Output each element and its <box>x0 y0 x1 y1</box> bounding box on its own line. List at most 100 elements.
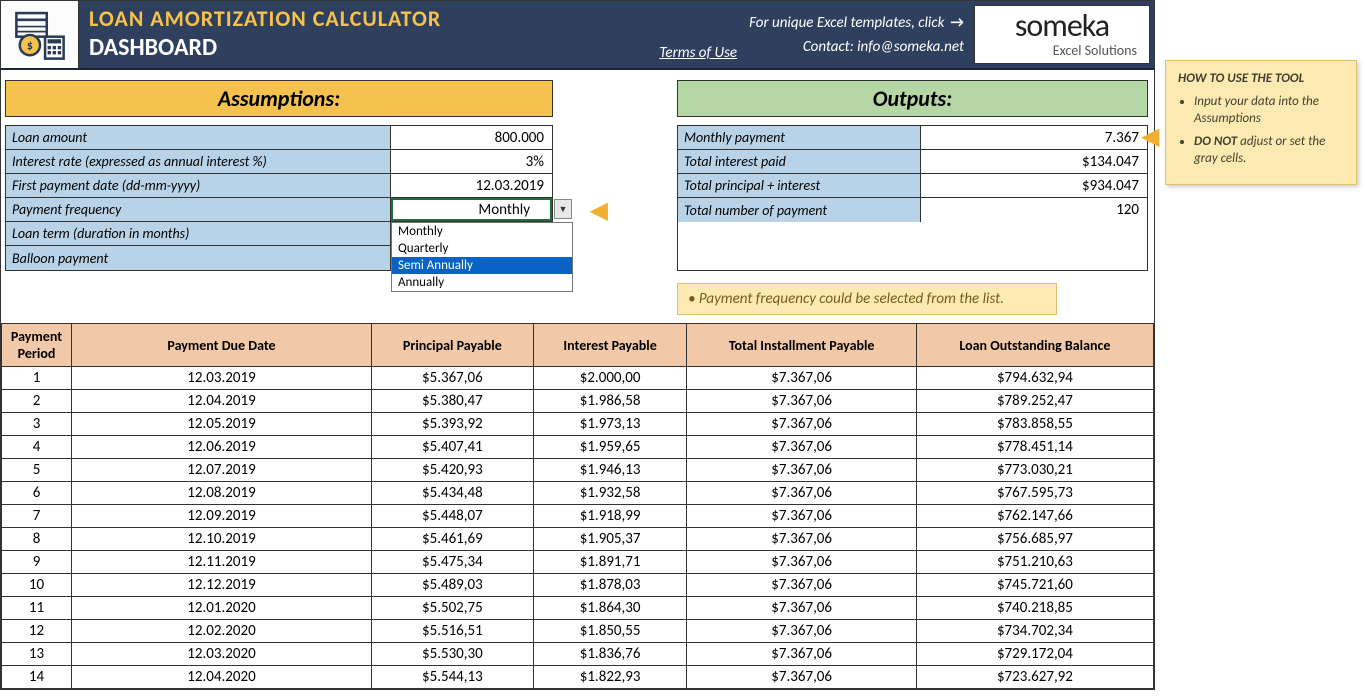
output-label: Total number of payment <box>678 198 921 222</box>
header-bar: $ LOAN AMORTIZATION CALCULATOR DASHBOARD… <box>1 1 1154 70</box>
table-cell: $7.367,06 <box>687 620 916 643</box>
table-cell: $723.627,92 <box>916 666 1153 689</box>
dropdown-option[interactable]: Quarterly <box>392 240 572 257</box>
table-cell: $1.878,03 <box>533 574 687 597</box>
table-cell: $794.632,94 <box>916 367 1153 390</box>
table-cell: $7.367,06 <box>687 528 916 551</box>
app-icon: $ <box>1 1 79 68</box>
terms-link[interactable]: Terms of Use <box>659 44 737 62</box>
table-cell: 5 <box>2 459 72 482</box>
table-cell: $5.407,41 <box>372 436 534 459</box>
table-row: 212.04.2019$5.380,47$1.986,58$7.367,06$7… <box>2 390 1154 413</box>
table-cell: $7.367,06 <box>687 459 916 482</box>
table-cell: $5.530,30 <box>372 643 534 666</box>
brand-logo[interactable]: someka Excel Solutions <box>974 5 1150 64</box>
total-interest-value: $134.047 <box>921 150 1147 173</box>
table-cell: $5.434,48 <box>372 482 534 505</box>
table-cell: $7.367,06 <box>687 551 916 574</box>
table-cell: $1.918,99 <box>533 505 687 528</box>
output-label: Total interest paid <box>678 150 921 173</box>
table-cell: $1.905,37 <box>533 528 687 551</box>
table-cell: 12.04.2019 <box>72 390 372 413</box>
sticky-bullet: Input your data into the Assumptions <box>1194 94 1344 128</box>
first-payment-date-input[interactable]: 12.03.2019 <box>391 174 552 197</box>
schedule-header: Loan Outstanding Balance <box>916 324 1153 367</box>
table-cell: 14 <box>2 666 72 689</box>
dropdown-option[interactable]: Semi Annually <box>392 257 572 274</box>
table-cell: $1.864,30 <box>533 597 687 620</box>
templates-link[interactable]: For unique Excel templates, click → <box>749 14 964 38</box>
table-cell: 12 <box>2 620 72 643</box>
amortization-schedule: PaymentPeriodPayment Due DatePrincipal P… <box>1 323 1154 689</box>
table-cell: $762.147,66 <box>916 505 1153 528</box>
table-row: 1412.04.2020$5.544,13$1.822,93$7.367,06$… <box>2 666 1154 689</box>
table-cell: 12.09.2019 <box>72 505 372 528</box>
table-cell: $773.030,21 <box>916 459 1153 482</box>
table-cell: 1 <box>2 367 72 390</box>
table-cell: $7.367,06 <box>687 643 916 666</box>
table-cell: $7.367,06 <box>687 367 916 390</box>
table-cell: $5.420,93 <box>372 459 534 482</box>
table-cell: $789.252,47 <box>916 390 1153 413</box>
payment-frequency-select[interactable]: Monthly <box>391 198 552 221</box>
chevron-down-icon: ▼ <box>559 204 568 215</box>
table-cell: $740.218,85 <box>916 597 1153 620</box>
table-row: 1112.01.2020$5.502,75$1.864,30$7.367,06$… <box>2 597 1154 620</box>
table-row: 1212.02.2020$5.516,51$1.850,55$7.367,06$… <box>2 620 1154 643</box>
table-cell: 12.03.2019 <box>72 367 372 390</box>
app-title: LOAN AMORTIZATION CALCULATOR <box>89 6 647 32</box>
pointer-arrow-icon: ◀ <box>1141 122 1159 151</box>
table-cell: 12.02.2020 <box>72 620 372 643</box>
table-row: 312.05.2019$5.393,92$1.973,13$7.367,06$7… <box>2 413 1154 436</box>
assump-label: Payment frequency <box>6 198 391 221</box>
table-cell: 12.10.2019 <box>72 528 372 551</box>
table-cell: $7.367,06 <box>687 436 916 459</box>
dropdown-option[interactable]: Monthly <box>392 223 572 240</box>
svg-text:$: $ <box>26 39 32 53</box>
dropdown-option[interactable]: Annually <box>392 274 572 291</box>
table-cell: 12.01.2020 <box>72 597 372 620</box>
table-cell: $734.702,34 <box>916 620 1153 643</box>
table-row: 512.07.2019$5.420,93$1.946,13$7.367,06$7… <box>2 459 1154 482</box>
dropdown-button[interactable]: ▼ <box>554 199 572 219</box>
table-cell: $783.858,55 <box>916 413 1153 436</box>
table-cell: 13 <box>2 643 72 666</box>
table-cell: 12.06.2019 <box>72 436 372 459</box>
table-cell: $5.380,47 <box>372 390 534 413</box>
page-title: DASHBOARD <box>89 32 647 63</box>
table-row: 712.09.2019$5.448,07$1.918,99$7.367,06$7… <box>2 505 1154 528</box>
table-row: 1012.12.2019$5.489,03$1.878,03$7.367,06$… <box>2 574 1154 597</box>
output-label: Total principal + interest <box>678 174 921 197</box>
assump-label: Loan amount <box>6 126 391 149</box>
table-cell: 12.03.2020 <box>72 643 372 666</box>
table-cell: 8 <box>2 528 72 551</box>
loan-amount-input[interactable]: 800.000 <box>391 126 552 149</box>
table-cell: $7.367,06 <box>687 413 916 436</box>
table-cell: $7.367,06 <box>687 597 916 620</box>
assumptions-heading: Assumptions: <box>5 80 553 117</box>
total-principal-interest-value: $934.047 <box>921 174 1147 197</box>
table-cell: $5.393,92 <box>372 413 534 436</box>
table-cell: 12.12.2019 <box>72 574 372 597</box>
output-label: Monthly payment <box>678 126 921 149</box>
contact-text: Contact: info@someka.net <box>803 38 964 56</box>
table-cell: 6 <box>2 482 72 505</box>
table-cell: 12.07.2019 <box>72 459 372 482</box>
interest-rate-input[interactable]: 3% <box>391 150 552 173</box>
table-cell: $7.367,06 <box>687 574 916 597</box>
table-cell: $1.891,71 <box>533 551 687 574</box>
frequency-dropdown[interactable]: MonthlyQuarterlySemi AnnuallyAnnually <box>391 222 573 292</box>
assumptions-table: Loan amount800.000 Interest rate (expres… <box>5 125 553 271</box>
table-cell: $751.210,63 <box>916 551 1153 574</box>
table-row: 812.10.2019$5.461,69$1.905,37$7.367,06$7… <box>2 528 1154 551</box>
assump-label: Balloon payment <box>6 246 391 270</box>
table-row: 112.03.2019$5.367,06$2.000,00$7.367,06$7… <box>2 367 1154 390</box>
schedule-header: Interest Payable <box>533 324 687 367</box>
table-row: 912.11.2019$5.475,34$1.891,71$7.367,06$7… <box>2 551 1154 574</box>
hint-note: Payment frequency could be selected from… <box>677 283 1057 315</box>
table-cell: $1.822,93 <box>533 666 687 689</box>
table-cell: 12.05.2019 <box>72 413 372 436</box>
outputs-table: Monthly payment7.367 Total interest paid… <box>677 125 1148 271</box>
table-cell: $1.986,58 <box>533 390 687 413</box>
schedule-header: Total Installment Payable <box>687 324 916 367</box>
